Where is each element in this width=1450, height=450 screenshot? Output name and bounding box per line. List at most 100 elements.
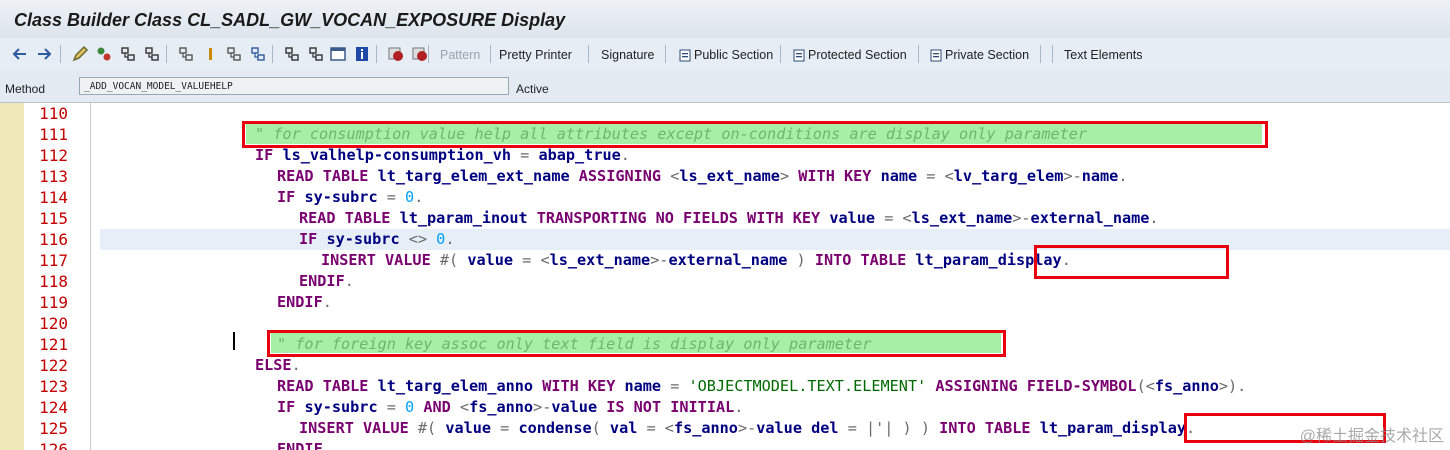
forward-arrow-icon[interactable]	[34, 44, 54, 64]
activate-icon[interactable]	[94, 44, 114, 64]
line-number: 113	[39, 167, 68, 186]
code-token: .	[291, 356, 301, 374]
window-icon[interactable]	[328, 44, 348, 64]
code-text: INSERT VALUE #( value = condense( val = …	[299, 418, 1195, 439]
application-toolbar: Pattern Pretty Printer Signature Public Sec…	[0, 38, 1450, 71]
code-token: >-	[650, 251, 669, 269]
session-breakpoint-icon[interactable]	[410, 44, 430, 64]
private-section-button[interactable]: Private Section	[930, 46, 1029, 64]
code-token: = <	[875, 209, 912, 227]
protected-section-button[interactable]: Protected Section	[793, 46, 907, 64]
line-number: 110	[39, 104, 68, 123]
insert-icon[interactable]	[248, 44, 268, 64]
pattern-button[interactable]: Pattern	[440, 46, 480, 64]
line-number: 120	[39, 314, 68, 333]
code-token: 0	[405, 398, 415, 416]
toolbar-separator	[1040, 45, 1041, 63]
code-token: = <	[513, 251, 550, 269]
code-token: = <	[917, 167, 954, 185]
text-elements-button[interactable]: Text Elements	[1064, 46, 1143, 64]
code-token: <	[459, 398, 470, 416]
code-token: val	[609, 419, 638, 437]
code-token: TRANSPORTING NO FIELDS WITH KEY	[527, 209, 830, 227]
code-line[interactable]: 119 ENDIF.	[0, 292, 1450, 313]
code-token: (<	[1136, 377, 1155, 395]
code-line[interactable]: 123 READ TABLE lt_targ_elem_anno WITH KEY…	[0, 376, 1450, 397]
code-editor[interactable]: 110111" for consumption value help all a…	[0, 103, 1450, 450]
code-token: <>	[399, 230, 437, 248]
code-token: ls_valhelp-consumption_vh	[282, 146, 512, 164]
code-token: sy-subrc	[304, 398, 378, 416]
code-line[interactable]: 114 IF sy-subrc = 0.	[0, 187, 1450, 208]
line-number: 122	[39, 356, 68, 375]
code-token: INTO TABLE	[814, 251, 916, 269]
section-icon	[793, 49, 805, 62]
toolbar-separator	[918, 45, 919, 63]
line-number: 124	[39, 398, 68, 417]
toolbar-separator	[490, 45, 491, 63]
code-line[interactable]: 115 READ TABLE lt_param_inout TRANSPORTIN…	[0, 208, 1450, 229]
code-token: lt_param_display	[1039, 419, 1187, 437]
method-label: Method	[5, 82, 46, 96]
code-token: value	[467, 251, 514, 269]
method-bar: Method _ADD_VOCAN_MODEL_VALUEHELP Active	[0, 70, 1450, 103]
code-token: .	[620, 146, 630, 164]
signature-button[interactable]: Signature	[601, 46, 655, 64]
method-name-field[interactable]: _ADD_VOCAN_MODEL_VALUEHELP	[79, 77, 509, 95]
code-token: 'OBJECTMODEL.TEXT.ELEMENT'	[688, 377, 927, 395]
code-line[interactable]: 116 IF sy-subrc <> 0.	[0, 229, 1450, 250]
code-line[interactable]: 118 ENDIF.	[0, 271, 1450, 292]
breakpoint-icon[interactable]	[386, 44, 406, 64]
code-token: sy-subrc	[304, 188, 378, 206]
info-icon[interactable]	[352, 44, 372, 64]
code-text: ELSE.	[255, 355, 301, 376]
code-token: )	[787, 251, 815, 269]
code-line[interactable]: 122 ELSE.	[0, 355, 1450, 376]
tree-icon[interactable]	[282, 44, 302, 64]
code-text: IF ls_valhelp-consumption_vh = abap_true…	[255, 145, 630, 166]
code-token: READ TABLE	[277, 377, 378, 395]
where-used-icon[interactable]	[142, 44, 162, 64]
section-icon	[930, 49, 942, 62]
code-token: .	[1149, 209, 1159, 227]
line-number: 121	[39, 335, 68, 354]
line-number: 114	[39, 188, 68, 207]
hierarchy-icon[interactable]	[176, 44, 196, 64]
object-list-icon[interactable]	[118, 44, 138, 64]
code-token: .	[414, 188, 424, 206]
code-text: IF sy-subrc = 0 AND <fs_anno>-value IS N…	[277, 397, 743, 418]
code-line[interactable]: 117 INSERT VALUE #( value = <ls_ext_name>…	[0, 250, 1450, 271]
code-token: lv_targ_elem	[953, 167, 1064, 185]
edit-pencil-icon[interactable]	[70, 44, 90, 64]
code-line[interactable]: 113 READ TABLE lt_targ_elem_ext_name ASSI…	[0, 166, 1450, 187]
stack-icon[interactable]	[306, 44, 326, 64]
code-token: = <	[637, 419, 674, 437]
code-token: sy-subrc	[326, 230, 400, 248]
code-line[interactable]: 112 IF ls_valhelp-consumption_vh = abap_t…	[0, 145, 1450, 166]
code-token: >).	[1218, 377, 1247, 395]
code-token: .	[322, 293, 332, 311]
code-token: INTO TABLE	[939, 419, 1040, 437]
code-text: READ TABLE lt_param_inout TRANSPORTING N…	[299, 208, 1159, 229]
public-section-button[interactable]: Public Section	[679, 46, 773, 64]
code-token: (	[591, 419, 610, 437]
back-arrow-icon[interactable]	[10, 44, 30, 64]
code-token: ELSE	[255, 356, 292, 374]
public-section-label: Public Section	[694, 48, 774, 62]
private-section-label: Private Section	[945, 48, 1030, 62]
code-token: #(	[417, 419, 446, 437]
code-token: ls_ext_name	[549, 251, 651, 269]
code-token: ENDIF	[299, 272, 345, 290]
navigator-icon[interactable]	[200, 44, 220, 64]
code-token: <	[670, 167, 680, 185]
code-token: fs_anno	[673, 419, 738, 437]
code-token: ls_ext_name	[911, 209, 1013, 227]
display-object-list-icon[interactable]	[224, 44, 244, 64]
code-token: AND	[414, 398, 460, 416]
code-token: .	[1118, 167, 1128, 185]
code-token: lt_targ_elem_ext_name	[377, 167, 570, 185]
pretty-printer-button[interactable]: Pretty Printer	[499, 46, 572, 64]
code-token: IF	[299, 230, 327, 248]
code-token: value	[551, 398, 598, 416]
code-token: ls_ext_name	[679, 167, 780, 185]
